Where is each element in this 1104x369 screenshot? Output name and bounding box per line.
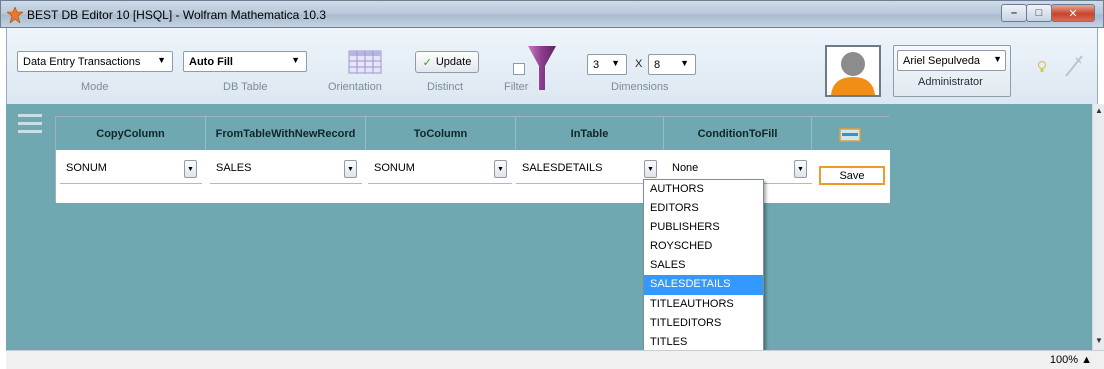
main-panel: CopyColumn FromTableWithNewRecord ToColu… xyxy=(6,104,1092,350)
rows-value: 3 xyxy=(593,58,600,71)
pin-icon[interactable] xyxy=(1064,54,1084,78)
option-salesdetails[interactable]: SALESDETAILS xyxy=(644,275,763,295)
save-button[interactable]: Save xyxy=(819,166,885,185)
mode-label: Mode xyxy=(81,81,109,93)
option-authors[interactable]: AUTHORS xyxy=(644,180,763,199)
mathematica-logo-icon xyxy=(7,7,23,23)
chevron-down-icon[interactable]: ▼ xyxy=(184,160,197,178)
minimize-button[interactable]: – xyxy=(1001,4,1027,22)
cell-intable-value: SALESDETAILS xyxy=(522,162,603,174)
title-bar: BEST DB Editor 10 [HSQL] - Wolfram Mathe… xyxy=(0,0,1104,28)
option-publishers[interactable]: PUBLISHERS xyxy=(644,218,763,237)
grid-header: CopyColumn FromTableWithNewRecord ToColu… xyxy=(56,117,890,150)
chevron-down-icon: ▼ xyxy=(680,58,689,68)
chevron-down-icon: ▼ xyxy=(291,55,300,65)
dimensions-x-label: X xyxy=(635,58,643,70)
user-name: Ariel Sepulveda xyxy=(903,54,981,67)
db-table-label: DB Table xyxy=(223,81,268,93)
chevron-up-icon: ▲ xyxy=(1081,354,1092,366)
cell-fromtable-value: SALES xyxy=(216,162,252,174)
mode-value: Data Entry Transactions xyxy=(23,55,141,68)
scroll-up-icon[interactable]: ▲ xyxy=(1095,106,1103,115)
db-table-value: Auto Fill xyxy=(189,55,233,68)
chevron-down-icon[interactable]: ▼ xyxy=(644,160,657,178)
distinct-label: Distinct xyxy=(427,81,464,93)
cell-conditiontofill-value: None xyxy=(672,162,699,174)
close-button[interactable]: ✕ xyxy=(1051,4,1095,22)
chevron-down-icon: ▼ xyxy=(993,54,1002,64)
cell-copycolumn[interactable]: SONUM ▼ xyxy=(60,154,202,184)
update-label: Update xyxy=(435,56,472,68)
option-editors[interactable]: EDITORS xyxy=(644,199,763,218)
option-sales[interactable]: SALES xyxy=(644,256,763,275)
toolbar: Data Entry Transactions ▼ Mode Auto Fill… xyxy=(6,28,1098,104)
chevron-down-icon[interactable]: ▼ xyxy=(794,160,807,178)
orientation-label: Orientation xyxy=(328,81,382,93)
filter-label: Filter xyxy=(504,81,529,93)
update-button[interactable]: ✓ Update xyxy=(415,51,479,73)
vertical-scrollbar[interactable]: ▲ ▼ xyxy=(1092,104,1104,350)
filter-checkbox[interactable] xyxy=(513,63,525,75)
chevron-down-icon[interactable]: ▼ xyxy=(494,160,507,178)
filter-funnel-icon[interactable] xyxy=(527,44,557,92)
user-panel[interactable]: Ariel Sepulveda ▼ Administrator xyxy=(893,45,1011,97)
db-table-dropdown[interactable]: Auto Fill ▼ xyxy=(183,51,307,72)
mode-dropdown[interactable]: Data Entry Transactions ▼ xyxy=(17,51,173,72)
header-fromtablewithnewrecord: FromTableWithNewRecord xyxy=(206,117,366,150)
checkmark-icon: ✓ xyxy=(422,56,432,69)
orientation-grid-icon[interactable] xyxy=(348,50,382,74)
scroll-down-icon[interactable]: ▼ xyxy=(1095,336,1103,345)
header-tocolumn: ToColumn xyxy=(366,117,516,150)
zoom-control[interactable]: 100% ▲ xyxy=(1050,354,1092,366)
hamburger-menu-icon[interactable] xyxy=(18,114,42,138)
cell-tocolumn-value: SONUM xyxy=(374,162,415,174)
window-title: BEST DB Editor 10 [HSQL] - Wolfram Mathe… xyxy=(27,8,327,22)
zoom-level: 100% xyxy=(1049,354,1079,366)
option-titles[interactable]: TITLES xyxy=(644,333,763,352)
maximize-button[interactable]: □ xyxy=(1026,4,1052,22)
add-row-icon[interactable] xyxy=(839,128,861,142)
cols-dropdown[interactable]: 8 ▼ xyxy=(648,54,696,75)
option-titleauthors[interactable]: TITLEAUTHORS xyxy=(644,295,763,314)
lightbulb-icon[interactable] xyxy=(1037,60,1047,74)
cell-fromtable[interactable]: SALES ▼ xyxy=(210,154,362,184)
header-copycolumn: CopyColumn xyxy=(56,117,206,150)
cols-value: 8 xyxy=(654,58,661,71)
cell-intable[interactable]: SALESDETAILS ▼ xyxy=(516,154,662,184)
chevron-down-icon: ▼ xyxy=(157,55,166,65)
header-intable: InTable xyxy=(516,117,664,150)
avatar[interactable] xyxy=(825,45,881,97)
chevron-down-icon: ▼ xyxy=(611,58,620,68)
user-dropdown[interactable]: Ariel Sepulveda ▼ xyxy=(897,50,1006,71)
user-role: Administrator xyxy=(918,76,983,88)
cell-copycolumn-value: SONUM xyxy=(66,162,107,174)
cell-tocolumn[interactable]: SONUM ▼ xyxy=(368,154,512,184)
user-avatar-icon xyxy=(831,52,875,95)
option-titleditors[interactable]: TITLEDITORS xyxy=(644,314,763,333)
rows-dropdown[interactable]: 3 ▼ xyxy=(587,54,627,75)
dimensions-label: Dimensions xyxy=(611,81,669,93)
header-conditiontofill: ConditionToFill xyxy=(664,117,812,150)
chevron-down-icon[interactable]: ▼ xyxy=(344,160,357,178)
intable-dropdown-list[interactable]: AUTHORS EDITORS PUBLISHERS ROYSCHED SALE… xyxy=(643,179,764,353)
option-roysched[interactable]: ROYSCHED xyxy=(644,237,763,256)
status-bar: 100% ▲ xyxy=(6,350,1104,369)
